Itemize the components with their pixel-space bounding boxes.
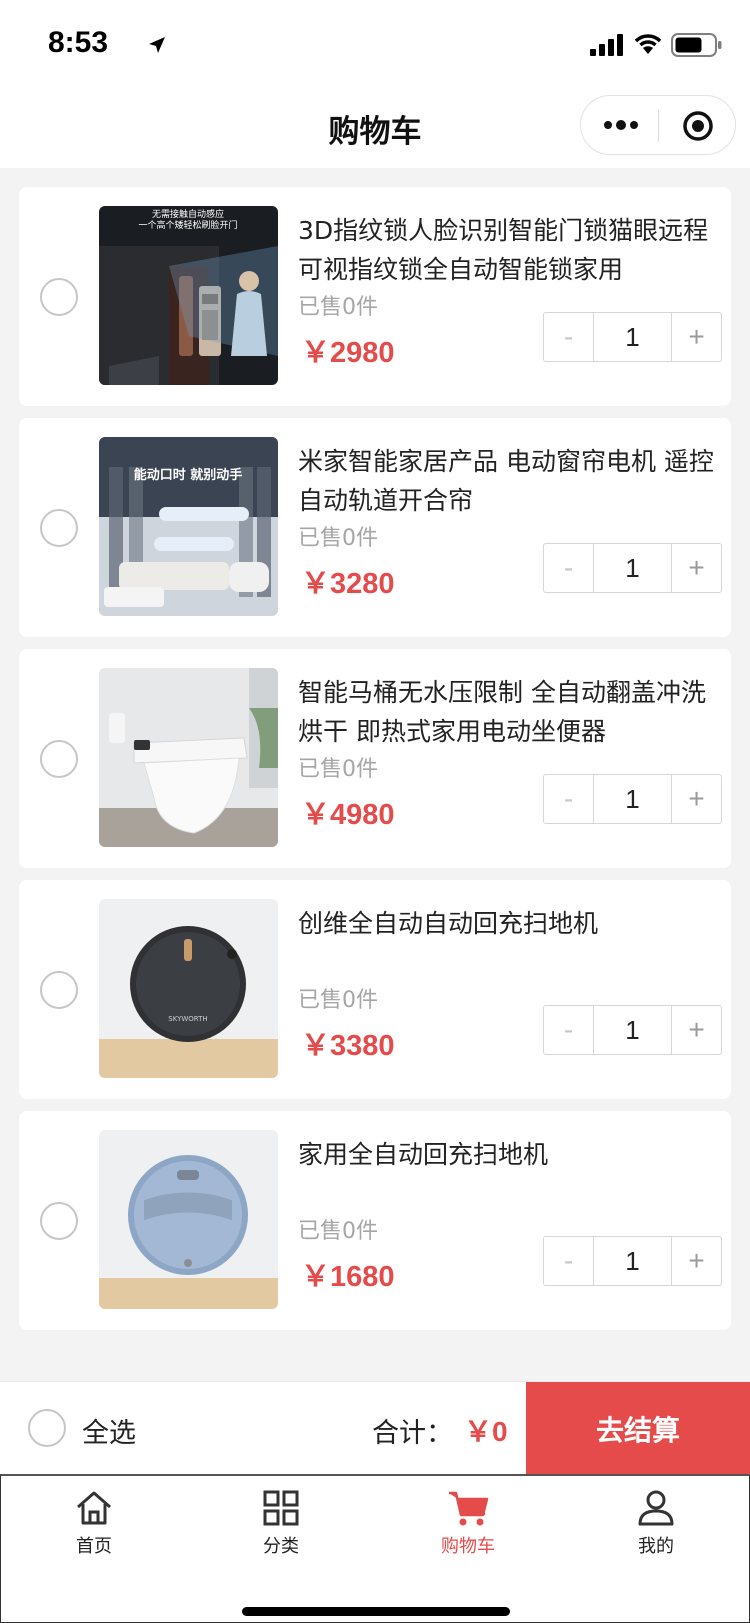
cart-item: 能动口时 就别动手 米家智能家居产品 电动窗帘电机 遥控自动轨道开合帘 已售0件…: [19, 418, 731, 637]
item-title[interactable]: 创维全自动自动回充扫地机: [298, 904, 718, 943]
cart-icon: [449, 1491, 489, 1526]
status-time: 8:53: [48, 26, 109, 59]
decrease-button[interactable]: -: [544, 775, 593, 823]
product-image[interactable]: 无需接触自动感应 一个高个矮轻松刷脸开门: [99, 206, 278, 385]
increase-button[interactable]: +: [672, 1006, 721, 1054]
grid-icon: [263, 1490, 299, 1526]
battery-icon: [671, 33, 722, 57]
item-price: ￥4980: [301, 799, 395, 831]
increase-button[interactable]: +: [672, 313, 721, 361]
home-icon: [77, 1491, 111, 1525]
more-icon[interactable]: [603, 118, 639, 132]
item-sold-count: 已售0件: [298, 526, 378, 551]
item-price: ￥2980: [301, 337, 395, 369]
nav-bar: 购物车: [0, 88, 750, 168]
quantity-stepper: - 1 +: [543, 1236, 722, 1286]
select-all-label[interactable]: 全选: [82, 1411, 136, 1450]
product-image-caption: SKYWORTH: [168, 1015, 207, 1023]
close-target-icon[interactable]: [681, 109, 715, 143]
quantity-stepper: - 1 +: [543, 1005, 722, 1055]
quantity-stepper: - 1 +: [543, 312, 722, 362]
item-title[interactable]: 3D指纹锁人脸识别智能门锁猫眼远程可视指纹锁全自动智能锁家用: [298, 211, 718, 289]
quantity-value[interactable]: 1: [593, 775, 672, 823]
item-checkbox[interactable]: [40, 971, 78, 1009]
increase-button[interactable]: +: [672, 544, 721, 592]
item-price: ￥3280: [301, 568, 395, 600]
quantity-value[interactable]: 1: [593, 1237, 672, 1285]
tab-label: 分类: [263, 1536, 299, 1557]
capsule-divider: [658, 110, 659, 142]
tab-label: 我的: [638, 1536, 674, 1557]
item-checkbox[interactable]: [40, 278, 78, 316]
cart-item: 家用全自动回充扫地机 已售0件 ￥1680 - 1 +: [19, 1111, 731, 1330]
tab-home[interactable]: 首页: [34, 1488, 154, 1558]
product-image-caption: 能动口时 就别动手: [134, 467, 243, 483]
product-image[interactable]: [99, 668, 278, 847]
checkout-button[interactable]: 去结算: [526, 1382, 750, 1475]
product-image[interactable]: SKYWORTH: [99, 899, 278, 1078]
total-value: ￥0: [464, 1416, 508, 1447]
tab-profile[interactable]: 我的: [596, 1488, 716, 1558]
item-sold-count: 已售0件: [298, 295, 378, 320]
product-image[interactable]: [99, 1130, 278, 1309]
item-checkbox[interactable]: [40, 740, 78, 778]
quantity-value[interactable]: 1: [593, 313, 672, 361]
location-arrow-icon: [149, 37, 165, 53]
quantity-stepper: - 1 +: [543, 543, 722, 593]
tab-category[interactable]: 分类: [221, 1488, 341, 1558]
quantity-value[interactable]: 1: [593, 544, 672, 592]
item-checkbox[interactable]: [40, 509, 78, 547]
tab-label: 购物车: [441, 1536, 495, 1557]
increase-button[interactable]: +: [672, 1237, 721, 1285]
item-title[interactable]: 智能马桶无水压限制 全自动翻盖冲洗烘干 即热式家用电动坐便器: [298, 673, 718, 751]
cart-item: 智能马桶无水压限制 全自动翻盖冲洗烘干 即热式家用电动坐便器 已售0件 ￥498…: [19, 649, 731, 868]
decrease-button[interactable]: -: [544, 313, 593, 361]
item-price: ￥3380: [301, 1030, 395, 1062]
select-all-checkbox[interactable]: [28, 1409, 66, 1447]
tab-bar: 首页 分类 购物车 我的: [0, 1474, 750, 1623]
decrease-button[interactable]: -: [544, 544, 593, 592]
item-sold-count: 已售0件: [298, 988, 378, 1013]
home-indicator: [242, 1607, 510, 1616]
status-bar: 8:53: [0, 0, 750, 88]
item-title[interactable]: 米家智能家居产品 电动窗帘电机 遥控自动轨道开合帘: [298, 442, 718, 520]
item-checkbox[interactable]: [40, 1202, 78, 1240]
checkout-bar: 全选 合计： ￥0 去结算: [0, 1381, 750, 1475]
item-price: ￥1680: [301, 1261, 395, 1293]
increase-button[interactable]: +: [672, 775, 721, 823]
decrease-button[interactable]: -: [544, 1237, 593, 1285]
item-sold-count: 已售0件: [298, 1219, 378, 1244]
wifi-icon: [634, 34, 662, 54]
decrease-button[interactable]: -: [544, 1006, 593, 1054]
item-title[interactable]: 家用全自动回充扫地机: [298, 1135, 718, 1174]
total-label: 合计：: [372, 1418, 453, 1449]
tab-cart[interactable]: 购物车: [408, 1488, 528, 1558]
product-image-caption: 一个高个矮轻松刷脸开门: [138, 219, 237, 231]
user-icon: [638, 1490, 674, 1526]
cart-item: SKYWORTH 创维全自动自动回充扫地机 已售0件 ￥3380 - 1 +: [19, 880, 731, 1099]
signal-icon: [590, 34, 623, 56]
tab-label: 首页: [76, 1536, 112, 1557]
product-image-caption: 无需接触自动感应: [152, 208, 224, 220]
cart-item: 无需接触自动感应 一个高个矮轻松刷脸开门 3D指纹锁人脸识别智能门锁猫眼远程可视…: [19, 187, 731, 406]
quantity-stepper: - 1 +: [543, 774, 722, 824]
mini-program-capsule: [580, 95, 736, 155]
quantity-value[interactable]: 1: [593, 1006, 672, 1054]
item-sold-count: 已售0件: [298, 757, 378, 782]
product-image[interactable]: 能动口时 就别动手: [99, 437, 278, 616]
